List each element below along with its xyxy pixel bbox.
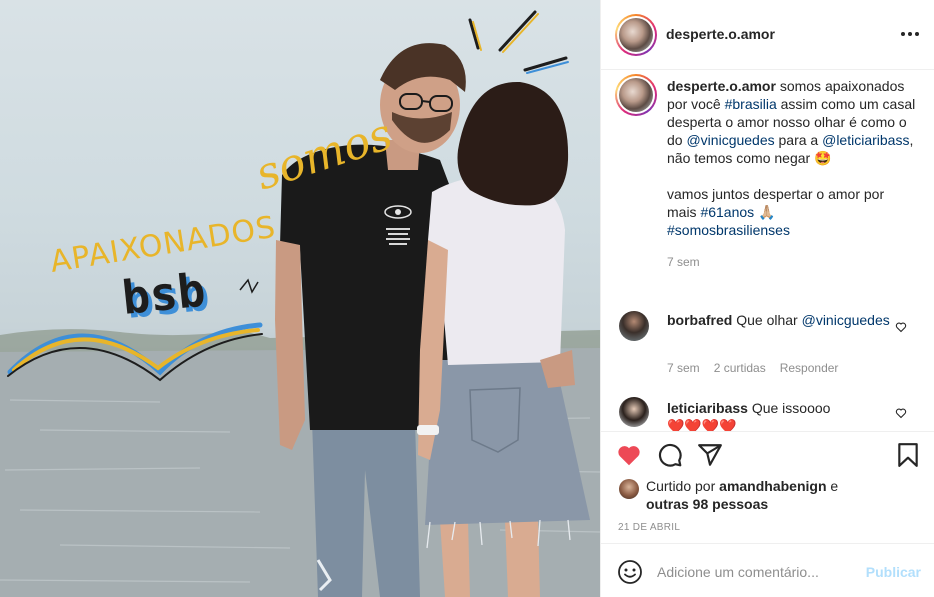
caption-text-6: 🙏🏼 <box>754 204 776 220</box>
comment-reply-button[interactable]: Responder <box>780 361 839 375</box>
publish-button[interactable]: Publicar <box>866 564 921 580</box>
liked-mid: e <box>826 478 839 494</box>
post-image[interactable]: somos APAIXONADOS bsb bsb <box>0 0 600 597</box>
caption-avatar[interactable] <box>615 74 657 116</box>
mention-vinicguedes[interactable]: @vinicguedes <box>686 132 774 148</box>
header-username[interactable]: desperte.o.amor <box>666 26 775 42</box>
add-comment-bar: Publicar <box>601 543 934 597</box>
comment-emoji: ❤️❤️❤️❤️ <box>667 418 737 431</box>
post-date[interactable]: 21 DE ABRIL <box>618 522 680 533</box>
hashtag-somosbrasilienses[interactable]: #somosbrasilienses <box>667 222 790 238</box>
comment-meta: 7 sem 2 curtidas Responder <box>667 361 852 375</box>
commenter-avatar[interactable] <box>619 311 649 341</box>
caption-text-3: para a <box>774 132 823 148</box>
liked-user[interactable]: amandhabenign <box>719 478 826 494</box>
liker-avatar[interactable] <box>619 479 639 499</box>
post-details-panel: desperte.o.amor desperte.o.amor somos ap… <box>600 0 934 597</box>
share-icon[interactable] <box>697 442 723 468</box>
comment-text: Que issoooo <box>747 400 831 416</box>
comment-time[interactable]: 7 sem <box>667 361 700 375</box>
emoji-icon[interactable] <box>617 559 643 585</box>
liked-prefix: Curtido por <box>646 478 720 494</box>
post-photo-illustration: somos APAIXONADOS bsb bsb <box>0 10 600 597</box>
caption: desperte.o.amor somos apaixonados por vo… <box>667 77 917 271</box>
comment-username[interactable]: borbafred <box>667 312 732 328</box>
comment-text: Que olhar <box>732 312 802 328</box>
commenter-avatar[interactable] <box>619 397 649 427</box>
post-actions: Curtido por amandhabenign e outras 98 pe… <box>601 431 934 543</box>
comment-icon[interactable] <box>657 442 683 468</box>
more-horizontal-icon[interactable] <box>899 26 921 42</box>
profile-avatar[interactable] <box>615 14 657 56</box>
comment-like-heart-icon[interactable] <box>895 321 907 333</box>
heart-filled-icon[interactable] <box>616 442 642 468</box>
post-header: desperte.o.amor <box>601 0 934 70</box>
caption-time[interactable]: 7 sem <box>667 253 917 271</box>
overlay-bsb: bsb <box>120 263 208 325</box>
caption-username[interactable]: desperte.o.amor <box>667 78 776 94</box>
bookmark-icon[interactable] <box>895 442 921 468</box>
comment-like-heart-icon[interactable] <box>895 407 907 419</box>
hashtag-brasilia[interactable]: #brasilia <box>725 96 777 112</box>
comment-username[interactable]: leticiaribass <box>667 400 748 416</box>
hashtag-61anos[interactable]: #61anos <box>700 204 754 220</box>
comment-likes[interactable]: 2 curtidas <box>714 361 766 375</box>
liked-others[interactable]: outras 98 pessoas <box>646 496 768 512</box>
mention-leticiaribass[interactable]: @leticiaribass <box>822 132 909 148</box>
comments-section[interactable]: desperte.o.amor somos apaixonados por vo… <box>601 71 934 431</box>
comment-mention[interactable]: @vinicguedes <box>802 312 890 328</box>
comment-input[interactable] <box>657 561 857 583</box>
